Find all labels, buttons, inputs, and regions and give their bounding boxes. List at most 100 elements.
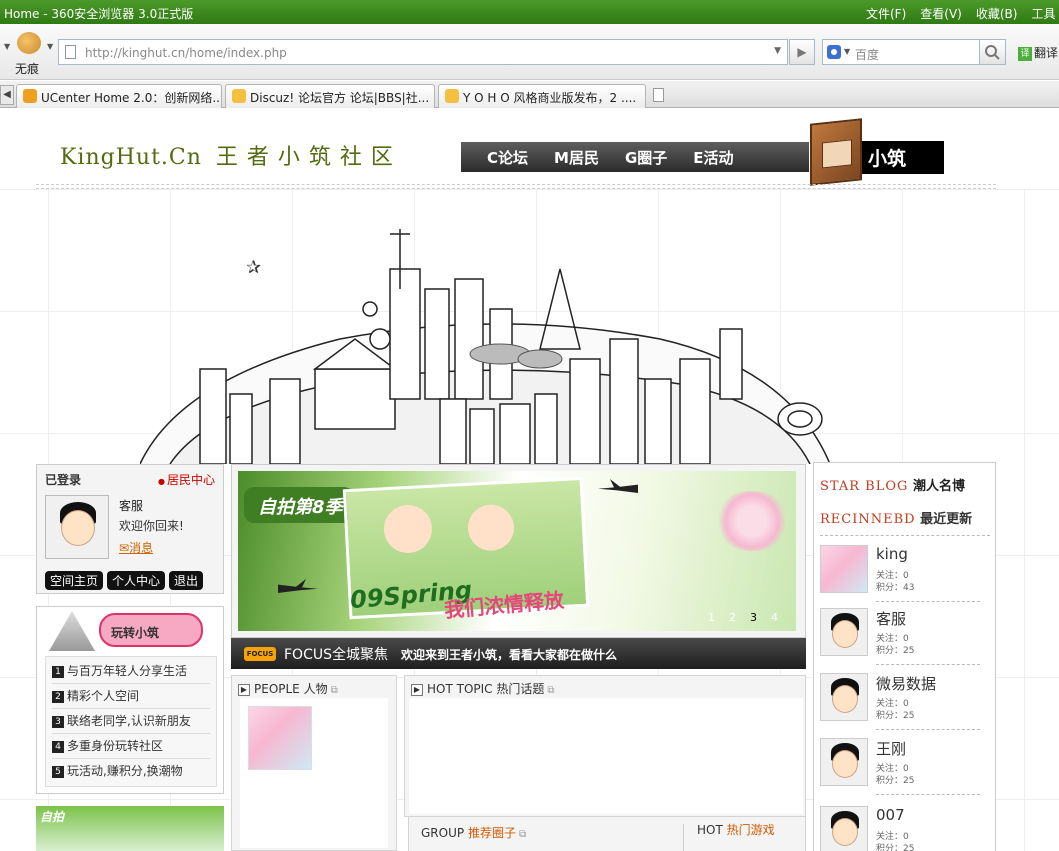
translate-button[interactable]: 译翻译: [1018, 44, 1058, 61]
chevron-down-icon[interactable]: ▼: [774, 46, 781, 56]
blossom-image: [714, 491, 790, 551]
address-input[interactable]: http://kinghut.cn/home/index.php: [85, 46, 287, 60]
hot-games-header[interactable]: HOT 热门游戏: [697, 821, 775, 838]
avatar[interactable]: [820, 738, 868, 786]
avatar[interactable]: [45, 495, 109, 559]
menu-tools[interactable]: 工具: [1031, 5, 1055, 22]
resident-center-link[interactable]: 居民中心: [158, 471, 215, 488]
user-stats: 关注：0 积分：25: [876, 832, 915, 851]
nav-forum[interactable]: C论坛: [487, 147, 528, 168]
star-blog-header[interactable]: STAR BLOG 潮人名博: [820, 475, 965, 494]
avatar[interactable]: [820, 806, 868, 851]
nav-residents[interactable]: M居民: [554, 147, 599, 168]
chevron-down-icon[interactable]: ▼: [47, 42, 53, 51]
divider: [683, 824, 684, 851]
chevron-down-icon[interactable]: ▼: [4, 42, 10, 51]
user-name[interactable]: 微易数据: [876, 673, 936, 694]
logout-button[interactable]: 退出: [169, 571, 204, 590]
city-illustration: [140, 229, 831, 464]
external-link-icon[interactable]: ⧉: [519, 829, 526, 840]
feature-list: 1 与百万年轻人分享生活 2 精彩个人空间 3 联络老同学,认识新朋友 4 多重身份玩转…: [45, 656, 217, 787]
go-button[interactable]: ▶: [789, 39, 815, 65]
slide-badge: 自拍第8季: [244, 487, 354, 523]
avatar[interactable]: [820, 545, 868, 593]
username[interactable]: 客服: [119, 497, 143, 514]
slide-page-2[interactable]: 2: [729, 611, 736, 624]
slideshow-image[interactable]: 自拍第8季 09Spring 我们浓情释放 1 2 3 4: [238, 471, 796, 631]
slide-page-3[interactable]: 3: [750, 611, 757, 624]
new-tab-icon[interactable]: [653, 88, 664, 102]
list-item: 2 精彩个人空间: [52, 684, 210, 709]
tab-discuz[interactable]: Discuz! 论坛官方 论坛|BBS|社...: [225, 84, 435, 108]
search-box[interactable]: ▼ 百度: [822, 39, 980, 65]
message-link-label: 消息: [129, 541, 154, 555]
page-icon: [65, 45, 76, 59]
site-logo[interactable]: KingHut.Cn 王者小筑社区: [60, 139, 402, 171]
tab-ucenter[interactable]: UCenter Home 2.0：创新网络...: [16, 84, 222, 108]
avatar-face: [61, 510, 95, 546]
divider: [876, 794, 980, 795]
tab-favicon: [232, 89, 246, 103]
recent-updates-header[interactable]: RECINNEBD 最近更新: [820, 508, 972, 527]
tab-favicon: [445, 89, 459, 103]
user-item-king[interactable]: king 关注：0 积分：43: [818, 543, 990, 605]
intro-banner: 玩转小筑: [49, 611, 203, 651]
hot-topic-title: HOT TOPIC 热门话题: [427, 682, 545, 696]
intro-banner-bubble: 玩转小筑: [99, 613, 203, 647]
avatar[interactable]: [820, 608, 868, 656]
nav-groups[interactable]: G圈子: [625, 147, 667, 168]
user-stats: 关注：0 积分：25: [876, 699, 915, 721]
divider: [876, 664, 980, 665]
external-link-icon[interactable]: ⧉: [331, 685, 338, 696]
search-input[interactable]: 百度: [855, 46, 879, 63]
people-thumbnail[interactable]: [248, 706, 312, 770]
user-stats: 关注：0 积分：25: [876, 764, 915, 786]
list-item: 5 玩活动,赚积分,换潮物: [52, 759, 210, 784]
welcome-text: 欢迎你回来!: [119, 519, 184, 533]
brand-badge[interactable]: 小筑: [860, 141, 944, 174]
user-item-007[interactable]: 007 关注：0 积分：25: [818, 804, 990, 851]
user-name[interactable]: king: [876, 545, 908, 563]
list-item: 4 多重身份玩转社区: [52, 734, 210, 759]
chevron-down-icon[interactable]: ▼: [844, 47, 850, 56]
page-content: KingHut.Cn 王者小筑社区 C论坛 M居民 G圈子 E活动 小筑 ✰ 已…: [0, 109, 1059, 851]
user-item-weiyi[interactable]: 微易数据 关注：0 积分：25: [818, 671, 990, 733]
tab-bar: ◀ UCenter Home 2.0：创新网络... Discuz! 论坛官方 …: [0, 81, 1059, 108]
menu-file[interactable]: 文件(F): [866, 5, 906, 22]
nav-events[interactable]: E活动: [693, 147, 733, 168]
space-home-button[interactable]: 空间主页: [45, 571, 104, 590]
avatar[interactable]: [820, 673, 868, 721]
people-panel-header[interactable]: ▶ PEOPLE 人物 ⧉: [238, 680, 338, 697]
user-item-wanggang[interactable]: 王刚 关注：0 积分：25: [818, 736, 990, 798]
user-name[interactable]: 客服: [876, 608, 906, 629]
group-header[interactable]: GROUP 推荐圈子 ⧉: [421, 824, 526, 841]
tab-scroll-left-button[interactable]: ◀: [0, 85, 14, 105]
user-name[interactable]: 007: [876, 806, 905, 824]
focus-tag-icon: FOCUS: [244, 647, 276, 661]
hot-topic-header[interactable]: ▶ HOT TOPIC 热门话题 ⧉: [411, 680, 555, 697]
user-item-kefu[interactable]: 客服 关注：0 积分：25: [818, 606, 990, 668]
user-name[interactable]: 王刚: [876, 738, 906, 759]
message-link[interactable]: ✉消息: [119, 539, 153, 556]
slide-page-1[interactable]: 1: [708, 611, 715, 624]
address-bar[interactable]: http://kinghut.cn/home/index.php ▼: [58, 39, 788, 65]
site-logo-cn: 王者小筑社区: [215, 145, 402, 170]
slide-pager: 1 2 3 4: [708, 611, 778, 624]
main-nav: C论坛 M居民 G圈子 E活动: [461, 142, 809, 172]
personal-center-button[interactable]: 个人中心: [107, 571, 166, 590]
tab-yoho[interactable]: Y O H O 风格商业版发布，2 ....: [438, 84, 646, 108]
slide-page-4[interactable]: 4: [771, 611, 778, 624]
baidu-icon[interactable]: [827, 45, 841, 59]
search-button[interactable]: [979, 39, 1006, 65]
menu-favorites[interactable]: 收藏(B): [976, 5, 1018, 22]
box-logo-icon: [810, 118, 862, 186]
promo-banner[interactable]: 自拍: [36, 806, 224, 851]
star-blog-panel: STAR BLOG 潮人名博 RECINNEBD 最近更新 king 关注：0 积…: [813, 462, 996, 851]
browser-menu: 文件(F) 查看(V) 收藏(B) 工具: [866, 5, 1055, 22]
swallow-icon: [278, 579, 318, 593]
star-blog-en: STAR BLOG: [820, 479, 909, 494]
external-link-icon[interactable]: ⧉: [547, 685, 554, 696]
user-stats: 关注：0 积分：25: [876, 634, 915, 656]
menu-view[interactable]: 查看(V): [920, 5, 962, 22]
incognito-button[interactable]: 无痕: [14, 32, 44, 76]
